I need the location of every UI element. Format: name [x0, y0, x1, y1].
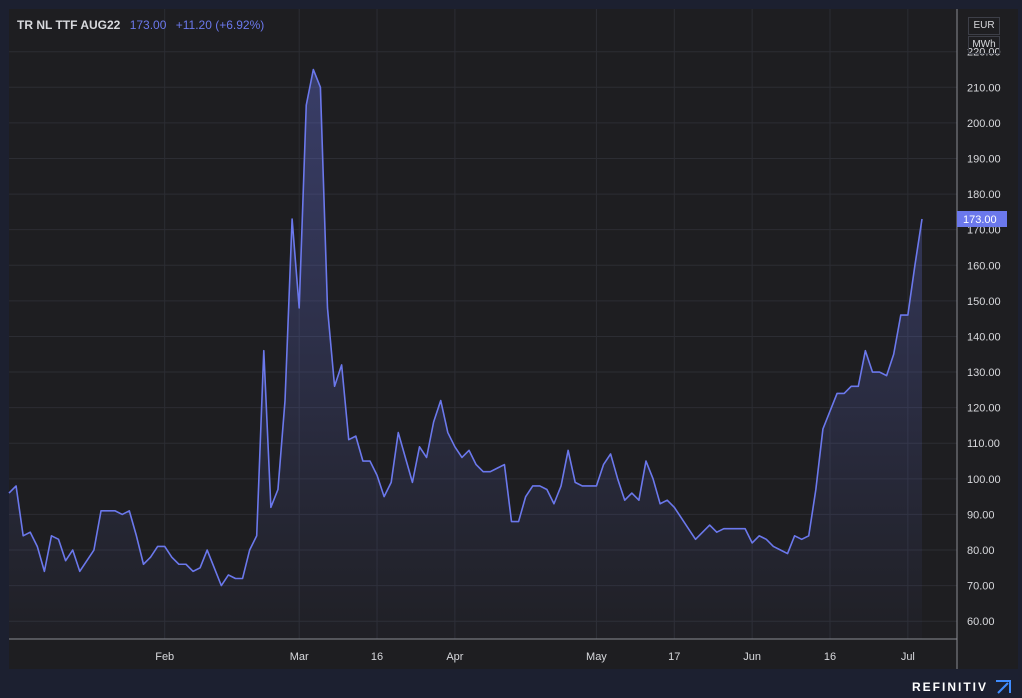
x-tick-label: Jun: [743, 651, 761, 663]
x-tick-label: 17: [668, 651, 680, 663]
x-tick-label: Mar: [290, 651, 309, 663]
y-tick-label: 150.00: [967, 296, 1001, 308]
y-tick-label: 200.00: [967, 118, 1001, 130]
instrument-symbol: TR NL TTF AUG22: [17, 18, 121, 32]
series-area: [9, 69, 922, 639]
brand-logo: REFINITIV: [912, 679, 1014, 695]
x-tick-label: Feb: [155, 651, 174, 663]
area-fill: [9, 69, 922, 639]
chart-window: 60.00 70.00 80.00 90.00 100.00 110.00 120.00 13…: [0, 0, 1022, 698]
y-tick-label: 130.00: [967, 367, 1001, 379]
y-tick-label: 120.00: [967, 403, 1001, 415]
y-tick-label: 140.00: [967, 331, 1001, 343]
currency-unit[interactable]: EUR: [968, 17, 1000, 35]
x-tick-label: Apr: [446, 651, 463, 663]
x-tick-label: May: [586, 651, 607, 663]
brand-name: REFINITIV: [911, 680, 988, 694]
y-tick-label: 210.00: [967, 82, 1001, 94]
y-tick-label: 100.00: [967, 474, 1001, 486]
y-tick-label: 190.00: [967, 153, 1001, 165]
chart-header: TR NL TTF AUG22 173.00 +11.20 (+6.92%): [17, 18, 264, 32]
y-tick-label: 60.00: [967, 616, 995, 628]
y-tick-label: 180.00: [967, 189, 1001, 201]
y-tick-label: 70.00: [967, 581, 995, 593]
price-change: +11.20 (+6.92%): [175, 18, 265, 32]
x-tick-label: 16: [371, 651, 383, 663]
refinitiv-logo-icon: [996, 680, 1011, 694]
y-tick-label: 110.00: [967, 438, 1000, 450]
last-price: 173.00: [129, 18, 167, 32]
volume-unit[interactable]: MWh: [968, 36, 1000, 54]
y-tick-label: 160.00: [967, 260, 1001, 272]
price-chart[interactable]: 60.00 70.00 80.00 90.00 100.00 110.00 120.00 13…: [0, 0, 1022, 698]
last-value-label: 173.00: [963, 214, 997, 226]
y-tick-label: 90.00: [967, 509, 995, 521]
y-tick-label: 80.00: [967, 545, 995, 557]
x-tick-label: 16: [824, 651, 836, 663]
x-tick-label: Jul: [901, 651, 915, 663]
